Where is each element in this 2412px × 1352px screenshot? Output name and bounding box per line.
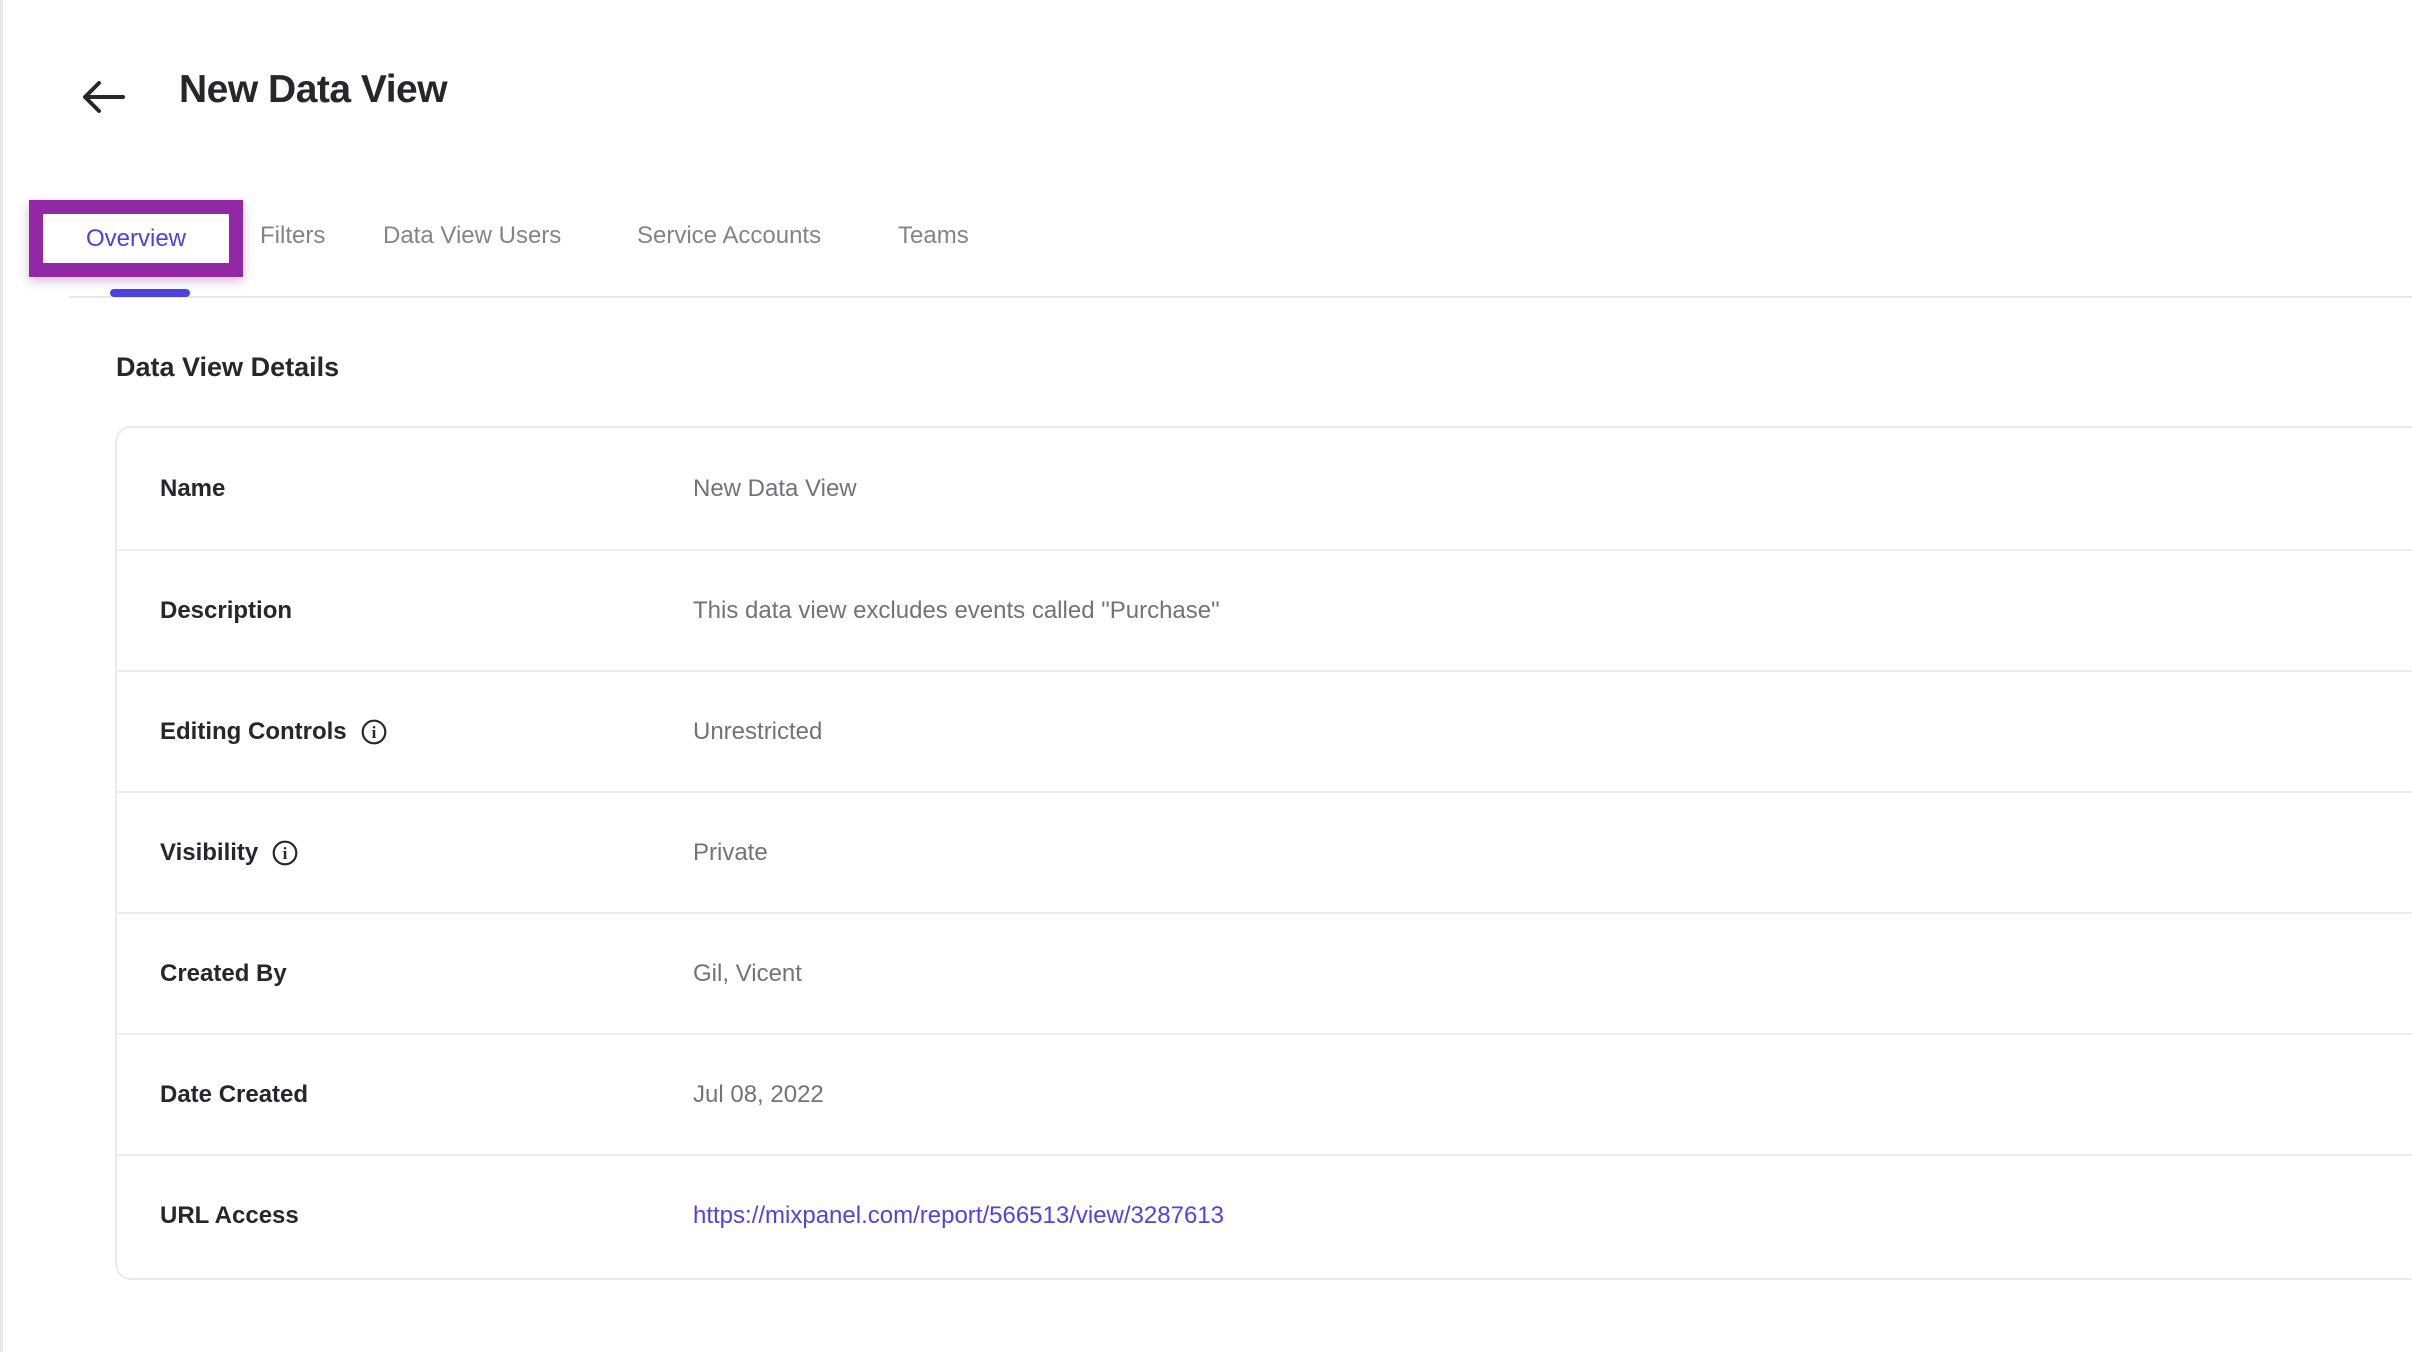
detail-row-url-access: URL Access https://mixpanel.com/report/5…	[117, 1154, 2412, 1275]
info-circle-icon[interactable]: i	[360, 718, 388, 746]
page: New Data View Overview Filters Data View…	[0, 0, 2412, 1352]
page-title: New Data View	[179, 66, 447, 114]
back-button[interactable]	[75, 74, 131, 120]
arrow-left-icon	[78, 78, 128, 116]
row-label: Visibility i	[160, 839, 693, 867]
svg-text:i: i	[283, 844, 288, 863]
detail-row-description: Description This data view excludes even…	[117, 549, 2412, 670]
row-label-text: Visibility	[160, 839, 258, 867]
tab-filters[interactable]: Filters	[260, 221, 325, 251]
row-value: New Data View	[693, 475, 857, 503]
row-value: Gil, Vicent	[693, 960, 802, 988]
section-title: Data View Details	[116, 352, 339, 383]
svg-text:i: i	[371, 723, 376, 742]
tab-service-accounts[interactable]: Service Accounts	[637, 221, 821, 251]
info-circle-icon[interactable]: i	[271, 839, 299, 867]
row-label: Editing Controls i	[160, 718, 693, 746]
row-value: https://mixpanel.com/report/566513/view/…	[693, 1202, 1224, 1230]
detail-row-date-created: Date Created Jul 08, 2022	[117, 1033, 2412, 1154]
active-tab-indicator	[110, 289, 190, 297]
tab-overview[interactable]: Overview	[86, 224, 186, 254]
row-label-text: Editing Controls	[160, 718, 347, 746]
tab-data-view-users[interactable]: Data View Users	[383, 221, 561, 251]
row-value: Unrestricted	[693, 718, 822, 746]
row-label: Name	[160, 475, 693, 503]
row-label: Created By	[160, 960, 693, 988]
data-view-details-card: Name New Data View Description This data…	[115, 426, 2412, 1280]
tab-teams[interactable]: Teams	[898, 221, 969, 251]
detail-row-visibility: Visibility i Private	[117, 791, 2412, 912]
row-label: URL Access	[160, 1202, 693, 1230]
annotation-highlight: Overview	[29, 200, 243, 277]
detail-row-editing-controls: Editing Controls i Unrestricted	[117, 670, 2412, 791]
row-label: Date Created	[160, 1081, 693, 1109]
row-value: Private	[693, 839, 768, 867]
detail-row-created-by: Created By Gil, Vicent	[117, 912, 2412, 1033]
row-value: Jul 08, 2022	[693, 1081, 824, 1109]
tab-bar-divider	[69, 296, 2412, 298]
url-access-link[interactable]: https://mixpanel.com/report/566513/view/…	[693, 1202, 1224, 1229]
row-value: This data view excludes events called "P…	[693, 597, 1220, 625]
row-label: Description	[160, 597, 693, 625]
detail-row-name: Name New Data View	[117, 428, 2412, 549]
